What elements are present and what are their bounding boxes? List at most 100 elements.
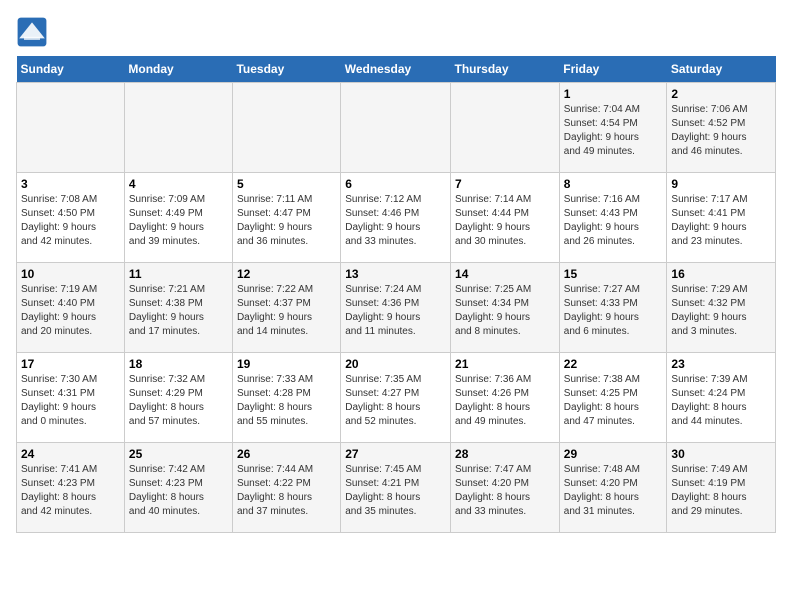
calendar-cell: 14Sunrise: 7:25 AM Sunset: 4:34 PM Dayli… [451,263,560,353]
calendar-cell: 19Sunrise: 7:33 AM Sunset: 4:28 PM Dayli… [232,353,340,443]
calendar-week-4: 17 Sunrise: 7:30 AM Sunset: 4:31 PM Dayli… [17,353,776,443]
day-info: Sunrise: 7:22 AM Sunset: 4:37 PM Dayligh… [237,283,336,339]
calendar-body: 1 Sunrise: 7:04 AM Sunset: 4:54 PM Daylig… [17,83,776,533]
day-number: 21 [455,357,555,371]
day-info: Sunrise: 7:19 AM Sunset: 4:40 PM Dayligh… [21,283,120,339]
day-number: 20 [345,357,446,371]
day-number: 4 [129,177,228,191]
calendar-cell: 2 Sunrise: 7:06 AM Sunset: 4:52 PM Daylig… [667,83,776,173]
day-info: Sunrise: 7:49 AM Sunset: 4:19 PM Dayligh… [671,463,771,519]
day-info: Sunrise: 7:21 AM Sunset: 4:38 PM Dayligh… [129,283,228,339]
calendar-week-3: 10 Sunrise: 7:19 AM Sunset: 4:40 PM Dayli… [17,263,776,353]
day-number: 29 [564,447,663,461]
calendar-cell: 17 Sunrise: 7:30 AM Sunset: 4:31 PM Dayli… [17,353,125,443]
day-info: Sunrise: 7:12 AM Sunset: 4:46 PM Dayligh… [345,193,446,249]
calendar-cell: 6 Sunrise: 7:12 AM Sunset: 4:46 PM Daylig… [341,173,451,263]
day-number: 6 [345,177,446,191]
day-number: 1 [564,87,663,101]
day-number: 17 [21,357,120,371]
weekday-header-wednesday: Wednesday [341,56,451,83]
logo-icon [16,16,48,48]
calendar-cell: 8Sunrise: 7:16 AM Sunset: 4:43 PM Daylig… [559,173,667,263]
calendar-cell: 30Sunrise: 7:49 AM Sunset: 4:19 PM Dayli… [667,443,776,533]
calendar-cell [17,83,125,173]
day-number: 2 [671,87,771,101]
calendar-cell: 7 Sunrise: 7:14 AM Sunset: 4:44 PM Daylig… [451,173,560,263]
calendar-cell [124,83,232,173]
calendar-cell: 25 Sunrise: 7:42 AM Sunset: 4:23 PM Dayli… [124,443,232,533]
calendar-cell [232,83,340,173]
day-info: Sunrise: 7:41 AM Sunset: 4:23 PM Dayligh… [21,463,120,519]
day-info: Sunrise: 7:36 AM Sunset: 4:26 PM Dayligh… [455,373,555,429]
calendar-cell: 13 Sunrise: 7:24 AM Sunset: 4:36 PM Dayli… [341,263,451,353]
calendar-cell: 18Sunrise: 7:32 AM Sunset: 4:29 PM Dayli… [124,353,232,443]
calendar-cell [451,83,560,173]
calendar-cell: 5Sunrise: 7:11 AM Sunset: 4:47 PM Daylig… [232,173,340,263]
day-info: Sunrise: 7:04 AM Sunset: 4:54 PM Dayligh… [564,103,663,159]
day-number: 22 [564,357,663,371]
day-info: Sunrise: 7:47 AM Sunset: 4:20 PM Dayligh… [455,463,555,519]
day-number: 14 [455,267,555,281]
calendar-cell: 11 Sunrise: 7:21 AM Sunset: 4:38 PM Dayli… [124,263,232,353]
calendar-cell: 12 Sunrise: 7:22 AM Sunset: 4:37 PM Dayli… [232,263,340,353]
calendar-week-1: 1 Sunrise: 7:04 AM Sunset: 4:54 PM Daylig… [17,83,776,173]
day-info: Sunrise: 7:24 AM Sunset: 4:36 PM Dayligh… [345,283,446,339]
day-number: 16 [671,267,771,281]
calendar-cell: 26 Sunrise: 7:44 AM Sunset: 4:22 PM Dayli… [232,443,340,533]
weekday-header-monday: Monday [124,56,232,83]
day-number: 11 [129,267,228,281]
weekday-header-saturday: Saturday [667,56,776,83]
day-info: Sunrise: 7:27 AM Sunset: 4:33 PM Dayligh… [564,283,663,339]
logo [16,16,52,48]
calendar-cell [341,83,451,173]
day-info: Sunrise: 7:38 AM Sunset: 4:25 PM Dayligh… [564,373,663,429]
day-number: 23 [671,357,771,371]
calendar-cell: 23 Sunrise: 7:39 AM Sunset: 4:24 PM Dayli… [667,353,776,443]
day-info: Sunrise: 7:30 AM Sunset: 4:31 PM Dayligh… [21,373,120,429]
weekday-header-thursday: Thursday [451,56,560,83]
day-number: 15 [564,267,663,281]
day-number: 24 [21,447,120,461]
day-number: 10 [21,267,120,281]
weekday-header-row: SundayMondayTuesdayWednesdayThursdayFrid… [17,56,776,83]
day-info: Sunrise: 7:45 AM Sunset: 4:21 PM Dayligh… [345,463,446,519]
page-header [16,16,776,48]
day-info: Sunrise: 7:14 AM Sunset: 4:44 PM Dayligh… [455,193,555,249]
calendar-cell: 24 Sunrise: 7:41 AM Sunset: 4:23 PM Dayli… [17,443,125,533]
day-number: 3 [21,177,120,191]
calendar-cell: 3Sunrise: 7:08 AM Sunset: 4:50 PM Daylig… [17,173,125,263]
day-number: 9 [671,177,771,191]
day-info: Sunrise: 7:44 AM Sunset: 4:22 PM Dayligh… [237,463,336,519]
calendar-cell: 21 Sunrise: 7:36 AM Sunset: 4:26 PM Dayli… [451,353,560,443]
day-number: 7 [455,177,555,191]
calendar-cell: 15 Sunrise: 7:27 AM Sunset: 4:33 PM Dayli… [559,263,667,353]
weekday-header-tuesday: Tuesday [232,56,340,83]
day-info: Sunrise: 7:06 AM Sunset: 4:52 PM Dayligh… [671,103,771,159]
day-number: 26 [237,447,336,461]
day-number: 28 [455,447,555,461]
weekday-header-friday: Friday [559,56,667,83]
calendar-cell: 20Sunrise: 7:35 AM Sunset: 4:27 PM Dayli… [341,353,451,443]
day-info: Sunrise: 7:29 AM Sunset: 4:32 PM Dayligh… [671,283,771,339]
calendar-cell: 29 Sunrise: 7:48 AM Sunset: 4:20 PM Dayli… [559,443,667,533]
calendar-cell: 4 Sunrise: 7:09 AM Sunset: 4:49 PM Daylig… [124,173,232,263]
day-info: Sunrise: 7:48 AM Sunset: 4:20 PM Dayligh… [564,463,663,519]
day-number: 8 [564,177,663,191]
day-info: Sunrise: 7:42 AM Sunset: 4:23 PM Dayligh… [129,463,228,519]
calendar-header: SundayMondayTuesdayWednesdayThursdayFrid… [17,56,776,83]
day-number: 18 [129,357,228,371]
calendar-week-5: 24 Sunrise: 7:41 AM Sunset: 4:23 PM Dayli… [17,443,776,533]
day-number: 12 [237,267,336,281]
day-number: 19 [237,357,336,371]
day-info: Sunrise: 7:09 AM Sunset: 4:49 PM Dayligh… [129,193,228,249]
calendar-table: SundayMondayTuesdayWednesdayThursdayFrid… [16,56,776,533]
day-info: Sunrise: 7:11 AM Sunset: 4:47 PM Dayligh… [237,193,336,249]
day-info: Sunrise: 7:39 AM Sunset: 4:24 PM Dayligh… [671,373,771,429]
day-number: 25 [129,447,228,461]
calendar-cell: 10 Sunrise: 7:19 AM Sunset: 4:40 PM Dayli… [17,263,125,353]
day-number: 27 [345,447,446,461]
calendar-cell: 9Sunrise: 7:17 AM Sunset: 4:41 PM Daylig… [667,173,776,263]
day-number: 13 [345,267,446,281]
calendar-cell: 1 Sunrise: 7:04 AM Sunset: 4:54 PM Daylig… [559,83,667,173]
calendar-cell: 22 Sunrise: 7:38 AM Sunset: 4:25 PM Dayli… [559,353,667,443]
